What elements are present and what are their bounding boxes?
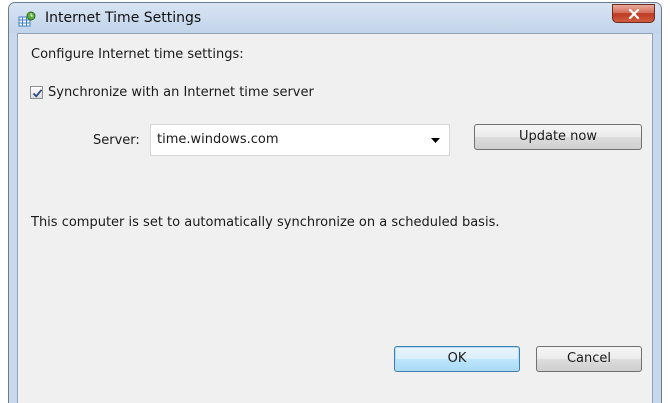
server-value[interactable]: time.windows.com [157,132,279,147]
settings-heading: Configure Internet time settings: [31,47,244,62]
title-bar[interactable]: Internet Time Settings [9,3,661,33]
server-combobox[interactable]: time.windows.com [150,124,450,156]
close-button[interactable] [612,4,655,23]
dialog-body: Configure Internet time settings: Synchr… [17,33,653,403]
server-label: Server: [93,133,140,148]
sync-checkbox-label[interactable]: Synchronize with an Internet time server [48,85,314,100]
chevron-down-icon[interactable] [431,138,440,143]
clock-globe-icon [18,11,36,27]
cancel-button[interactable]: Cancel [536,346,642,372]
internet-time-settings-dialog: Internet Time Settings Configure Interne… [8,2,662,403]
sync-checkbox[interactable] [30,86,43,99]
close-icon [628,9,640,19]
ok-button[interactable]: OK [394,346,520,372]
sync-status-text: This computer is set to automatically sy… [31,215,500,230]
window-title: Internet Time Settings [45,10,202,26]
checkmark-icon [32,89,43,98]
update-now-button[interactable]: Update now [474,124,642,150]
